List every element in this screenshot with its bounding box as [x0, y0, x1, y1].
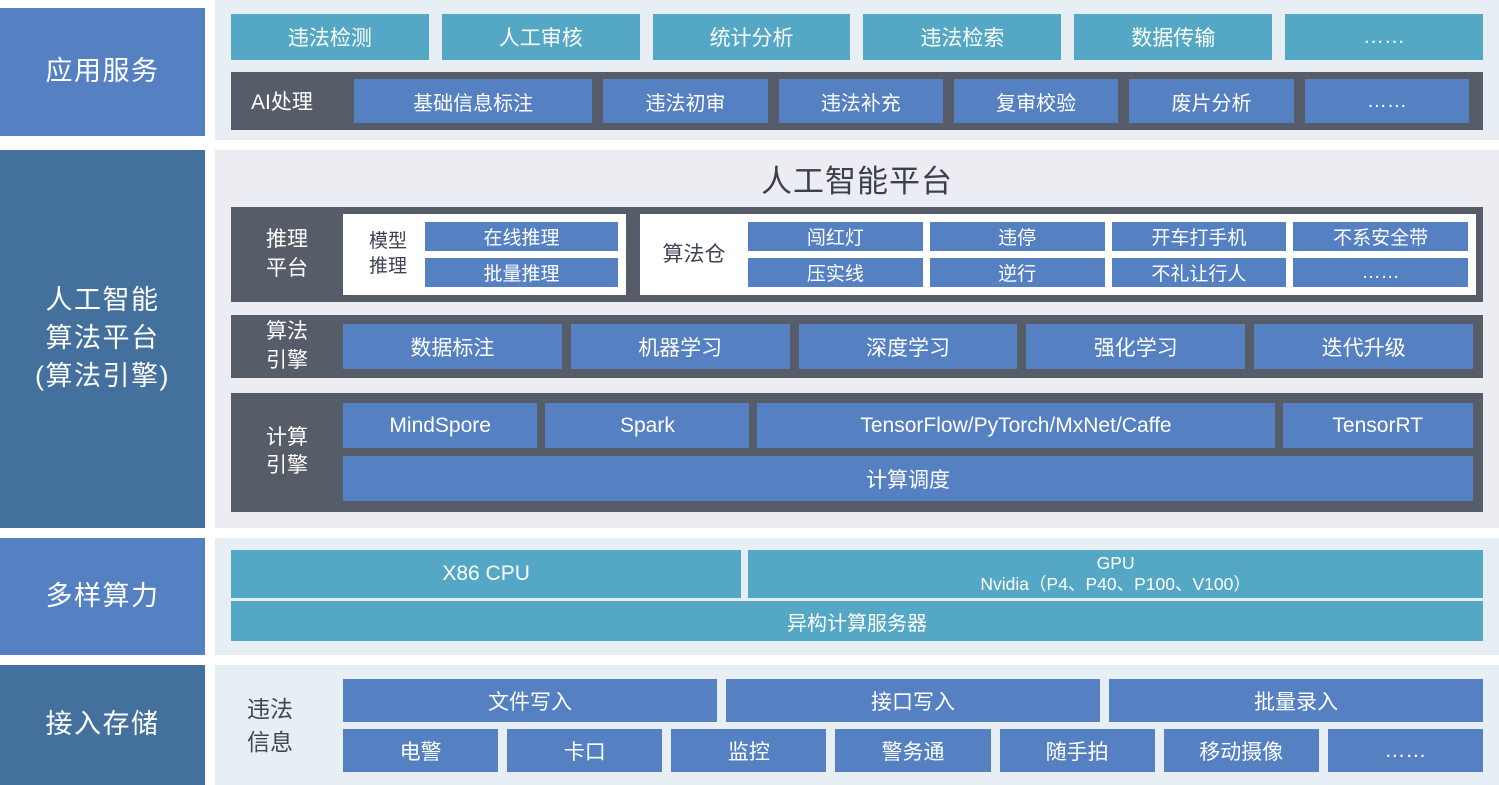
block-gpu-nvidia: GPU Nvidia（P4、P40、P100、V100）: [748, 550, 1483, 598]
block-batch-entry: 批量录入: [1109, 679, 1483, 722]
block-x86-cpu: X86 CPU: [231, 550, 741, 598]
gpu-line: GPU: [1097, 553, 1135, 574]
algo-engine-row: 算法 引擎 数据标注 机器学习 深度学习 强化学习 迭代升级: [231, 315, 1483, 378]
ai-platform-architecture-diagram: 应用服务 违法检测 人工审核 统计分析 违法检索 数据传输 …… AI处理 基础…: [0, 0, 1499, 785]
block-compute-scheduling: 计算调度: [343, 456, 1473, 501]
gpu-models-line: Nvidia（P4、P40、P100、V100）: [980, 574, 1250, 595]
block-illegal-parking: 违停: [930, 222, 1105, 251]
block-snapshot-app: 随手拍: [1000, 729, 1155, 772]
block-basic-info-labeling: 基础信息标注: [354, 79, 592, 123]
sidebar-label-line: 算法平台: [46, 320, 160, 358]
compute-engine-buttons: MindSpore Spark TensorFlow/PyTorch/MxNet…: [343, 403, 1473, 501]
block-more-ellipsis: ……: [1328, 729, 1483, 772]
block-wrong-way-driving: 逆行: [930, 258, 1105, 287]
block-illegal-first-review: 违法初审: [603, 79, 767, 123]
block-online-inference: 在线推理: [425, 222, 618, 251]
block-spark: Spark: [545, 403, 749, 448]
block-electronic-police: 电警: [343, 729, 498, 772]
ai-process-row: AI处理 基础信息标注 违法初审 违法补充 复审校验 废片分析 ……: [231, 72, 1483, 130]
ai-process-label: AI处理: [251, 86, 343, 116]
block-waste-frame-analysis: 废片分析: [1129, 79, 1293, 123]
block-not-yielding-pedestrians: 不礼让行人: [1112, 258, 1287, 287]
processors-row: X86 CPU GPU Nvidia（P4、P40、P100、V100）: [231, 550, 1483, 598]
ai-platform-panel: 人工智能平台 推理 平台 模型 推理 在线推理 批量推理 算法仓 闯红: [215, 150, 1499, 528]
sidebar-item-app-services: 应用服务: [0, 8, 205, 136]
sidebar-label: 应用服务: [46, 53, 160, 91]
algo-engine-buttons: 数据标注 机器学习 深度学习 强化学习 迭代升级: [343, 324, 1473, 369]
sidebar-label: 接入存储: [46, 706, 160, 744]
block-api-write: 接口写入: [726, 679, 1100, 722]
algo-warehouse-box: 算法仓 闯红灯 违停 开车打手机 不系安全带 压实线 逆行 不礼让行人 ……: [640, 214, 1476, 295]
block-illegal-search: 违法检索: [863, 14, 1061, 60]
block-more-ellipsis: ……: [1305, 79, 1469, 123]
block-data-labeling: 数据标注: [343, 324, 562, 369]
block-batch-inference: 批量推理: [425, 258, 618, 287]
block-illegal-detection: 违法检测: [231, 14, 429, 60]
block-more-ellipsis: ……: [1293, 258, 1468, 287]
sidebar-item-ai-algo-platform: 人工智能 算法平台 (算法引擎): [0, 150, 205, 528]
block-machine-learning: 机器学习: [571, 324, 790, 369]
block-recheck-verify: 复审校验: [954, 79, 1118, 123]
block-more-ellipsis: ……: [1285, 14, 1483, 60]
write-methods-row: 文件写入 接口写入 批量录入: [343, 679, 1483, 722]
block-deep-learning: 深度学习: [799, 324, 1018, 369]
storage-buttons: 文件写入 接口写入 批量录入 电警 卡口 监控 警务通 随手拍 移动摄像 ……: [343, 679, 1483, 772]
sidebar-label-line: (算法引擎): [35, 358, 170, 396]
inference-platform-label: 推理 平台: [231, 226, 343, 283]
block-heterogeneous-server: 异构计算服务器: [231, 601, 1483, 641]
model-inference-box: 模型 推理 在线推理 批量推理: [343, 214, 626, 295]
data-sources-row: 电警 卡口 监控 警务通 随手拍 移动摄像 ……: [343, 729, 1483, 772]
ai-platform-title: 人工智能平台: [231, 150, 1483, 207]
app-services-panel: 违法检测 人工审核 统计分析 违法检索 数据传输 …… AI处理 基础信息标注 …: [215, 0, 1499, 140]
sidebar-label: 多样算力: [46, 578, 160, 616]
model-inference-buttons: 在线推理 批量推理: [425, 222, 618, 287]
algo-engine-label: 算法 引擎: [231, 318, 343, 375]
block-file-write: 文件写入: [343, 679, 717, 722]
sidebar-item-storage: 接入存储: [0, 665, 205, 785]
model-inference-label: 模型 推理: [351, 230, 425, 279]
storage-panel: 违法 信息 文件写入 接口写入 批量录入 电警 卡口 监控 警务通 随手拍 移动…: [215, 665, 1499, 785]
block-tensorrt: TensorRT: [1283, 403, 1473, 448]
block-statistical-analysis: 统计分析: [653, 14, 851, 60]
compute-engine-label: 计算 引擎: [231, 424, 343, 481]
block-red-light-running: 闯红灯: [748, 222, 923, 251]
block-mindspore: MindSpore: [343, 403, 537, 448]
sidebar-item-computing-power: 多样算力: [0, 538, 205, 655]
block-data-transfer: 数据传输: [1074, 14, 1272, 60]
block-solid-line-crossing: 压实线: [748, 258, 923, 287]
block-no-seatbelt: 不系安全带: [1293, 222, 1468, 251]
block-phone-while-driving: 开车打手机: [1112, 222, 1287, 251]
block-iterative-upgrade: 迭代升级: [1254, 324, 1473, 369]
block-surveillance: 监控: [671, 729, 826, 772]
sidebar-label-line: 人工智能: [46, 282, 160, 320]
computing-power-panel: X86 CPU GPU Nvidia（P4、P40、P100、V100） 异构计…: [215, 538, 1499, 655]
block-illegal-supplement: 违法补充: [779, 79, 943, 123]
algo-warehouse-label: 算法仓: [640, 241, 748, 268]
illegal-info-label: 违法 信息: [231, 679, 343, 772]
block-reinforcement-learning: 强化学习: [1026, 324, 1245, 369]
block-police-terminal: 警务通: [835, 729, 990, 772]
algo-warehouse-grid: 闯红灯 违停 开车打手机 不系安全带 压实线 逆行 不礼让行人 ……: [748, 222, 1468, 287]
inference-platform-row: 推理 平台 模型 推理 在线推理 批量推理 算法仓 闯红灯 违停 开车打手机: [231, 207, 1483, 302]
block-tensorflow-pytorch-mxnet-caffe: TensorFlow/PyTorch/MxNet/Caffe: [757, 403, 1274, 448]
app-services-top-row: 违法检测 人工审核 统计分析 违法检索 数据传输 ……: [231, 14, 1483, 60]
frameworks-row: MindSpore Spark TensorFlow/PyTorch/MxNet…: [343, 403, 1473, 448]
block-mobile-camera: 移动摄像: [1164, 729, 1319, 772]
block-manual-review: 人工审核: [442, 14, 640, 60]
compute-engine-row: 计算 引擎 MindSpore Spark TensorFlow/PyTorch…: [231, 393, 1483, 512]
block-checkpoint: 卡口: [507, 729, 662, 772]
